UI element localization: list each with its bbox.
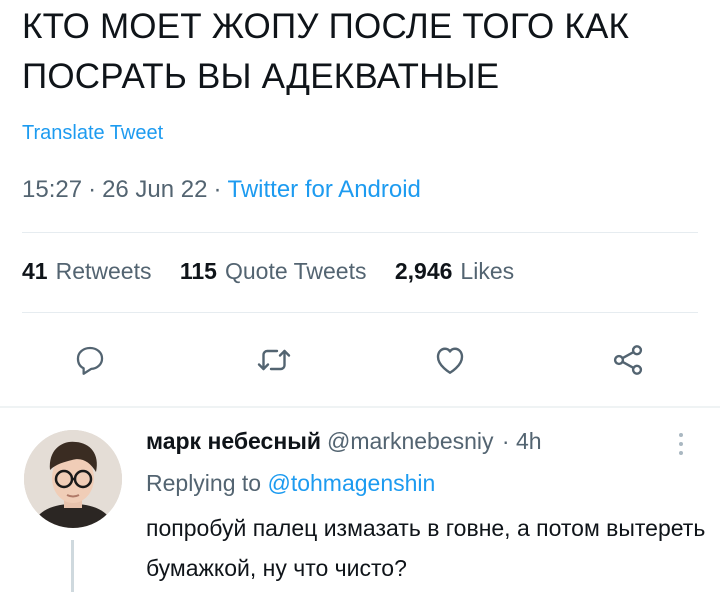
replying-to: Replying to @tohmagenshin	[146, 470, 435, 497]
quote-tweets-count: 115	[179, 258, 217, 284]
likes-label: Likes	[460, 258, 515, 284]
like-button[interactable]	[428, 338, 472, 382]
reply-header: марк небесный @marknebesniy · 4h	[146, 428, 542, 455]
avatar-image	[24, 430, 122, 528]
reply-age: · 4h	[501, 428, 542, 454]
reply-button[interactable]	[68, 338, 112, 382]
replying-to-mention[interactable]: @tohmagenshin	[267, 470, 435, 496]
thread-line	[71, 540, 74, 592]
tweet-date: 26 Jun 22	[102, 176, 208, 203]
reply-display-name[interactable]: марк небесный	[146, 428, 321, 454]
retweet-button[interactable]	[252, 338, 296, 382]
share-button[interactable]	[606, 338, 650, 382]
retweets-count: 41	[22, 258, 48, 284]
more-options-button[interactable]	[666, 424, 696, 464]
avatar[interactable]	[24, 430, 122, 528]
translate-tweet-link[interactable]: Translate Tweet	[22, 122, 163, 145]
likes-stat[interactable]: 2,946 Likes	[395, 258, 514, 284]
section-divider	[0, 406, 720, 408]
tweet-source-link[interactable]: Twitter for Android	[227, 176, 420, 203]
reply-handle[interactable]: @marknebesniy	[327, 428, 494, 454]
divider	[22, 232, 698, 233]
share-icon	[613, 345, 643, 375]
reply-text: попробуй палец измазать в говне, а потом…	[146, 515, 706, 581]
tweet-time: 15:27	[22, 176, 83, 203]
tweet-actions	[0, 338, 720, 382]
divider	[22, 312, 698, 313]
quote-tweets-label: Quote Tweets	[224, 258, 367, 284]
like-icon	[436, 347, 464, 374]
quote-tweets-stat[interactable]: 115 Quote Tweets	[180, 258, 367, 284]
tweet-meta: 15:27 · 26 Jun 22 · Twitter for Android	[22, 176, 421, 204]
more-vertical-icon	[679, 433, 683, 455]
tweet-stats: 41 Retweets 115 Quote Tweets 2,946 Likes	[22, 258, 536, 285]
retweets-stat[interactable]: 41 Retweets	[22, 258, 151, 284]
reply-icon	[76, 346, 104, 375]
retweet-icon	[257, 349, 291, 371]
retweets-label: Retweets	[55, 258, 152, 284]
meta-separator: ·	[88, 176, 97, 203]
tweet-text: КТО МОЕТ ЖОПУ ПОСЛЕ ТОГО КАК ПОСРАТЬ ВЫ …	[22, 7, 630, 96]
replying-to-label: Replying to	[146, 470, 262, 496]
meta-separator: ·	[213, 176, 222, 203]
likes-count: 2,946	[394, 258, 453, 284]
